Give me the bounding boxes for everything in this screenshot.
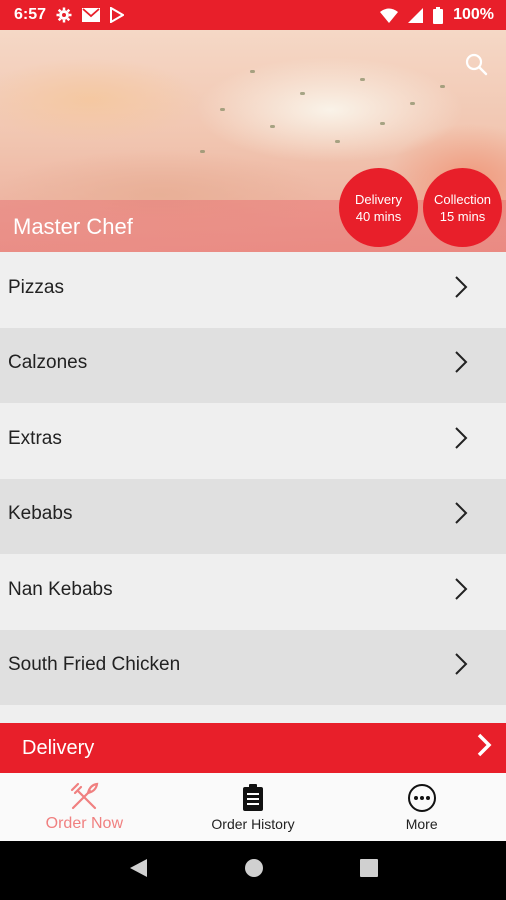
collection-badge-label: Collection [433,191,492,207]
category-row-extras[interactable]: Extras [0,403,506,479]
delivery-badge-label: Delivery [355,191,402,207]
battery-percent: 100% [453,6,494,23]
battery-icon [433,6,444,24]
more-icon [407,782,437,814]
delivery-time-badge[interactable]: Delivery 40 mins [339,168,418,247]
nav-order-history-label: Order History [211,816,295,832]
category-list: Pizzas Calzones Extras Kebabs Nan Kebabs… [0,252,506,705]
home-icon[interactable] [243,857,265,884]
status-bar: 6:57 100% [0,0,506,30]
category-row-south-fried-chicken[interactable]: South Fried Chicken [0,629,506,705]
category-label: Kebabs [8,503,73,525]
category-row-kebabs[interactable]: Kebabs [0,478,506,554]
bottom-navigation: Order Now Order History More [0,773,506,841]
recents-icon[interactable] [359,858,379,883]
chevron-right-icon [454,426,468,456]
category-label: Nan Kebabs [8,578,113,600]
chevron-right-icon [454,275,468,305]
chevron-right-icon [454,577,468,607]
gear-icon [56,7,72,23]
search-icon[interactable] [464,52,488,81]
chevron-right-icon [454,652,468,682]
chevron-right-icon [454,350,468,380]
system-navigation-bar [0,841,506,900]
restaurant-name: Master Chef [13,214,133,239]
collection-badge-time: 15 mins [439,208,486,224]
signal-icon [408,7,424,23]
collection-time-badge[interactable]: Collection 15 mins [423,168,502,247]
delivery-badge-time: 40 mins [355,208,402,224]
category-label: Pizzas [8,276,64,298]
chevron-right-icon [476,732,492,764]
category-label: South Fried Chicken [8,654,181,676]
delivery-mode-bar[interactable]: Delivery [0,723,506,773]
category-row-pizzas[interactable]: Pizzas [0,252,506,328]
category-row-calzones[interactable]: Calzones [0,327,506,403]
back-icon[interactable] [127,857,149,884]
wifi-icon [380,8,399,23]
category-label: Extras [8,427,62,449]
nav-more-label: More [405,816,438,832]
nav-order-now[interactable]: Order Now [0,773,169,841]
category-row-nan-kebabs[interactable]: Nan Kebabs [0,554,506,630]
fork-knife-icon [68,781,100,813]
category-label: Calzones [8,352,88,374]
play-store-icon [110,7,125,23]
gmail-icon [82,8,101,22]
nav-more[interactable]: More [337,773,506,841]
nav-order-history[interactable]: Order History [169,773,338,841]
clipboard-icon [242,782,264,814]
chevron-right-icon [454,501,468,531]
nav-order-now-label: Order Now [45,815,124,832]
status-time: 6:57 [14,6,47,23]
delivery-bar-label: Delivery [22,736,95,759]
